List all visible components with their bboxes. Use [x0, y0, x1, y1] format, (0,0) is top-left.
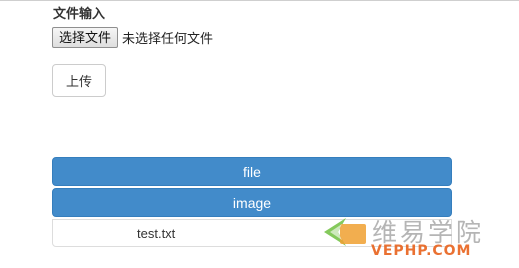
file-result-bar: file [52, 157, 452, 186]
watermark: 维易学院 VEPHP.COM [322, 210, 519, 268]
no-file-selected-text: 未选择任何文件 [122, 31, 214, 46]
file-input-row: 选择文件 未选择任何文件 [52, 27, 213, 48]
watermark-logo-icon [324, 218, 366, 246]
file-input-label: 文件输入 [53, 6, 106, 21]
watermark-text-en: VEPHP.COM [371, 243, 472, 259]
page: 文件输入 选择文件 未选择任何文件 上传 file image test.txt… [0, 0, 519, 268]
upload-button[interactable]: 上传 [52, 64, 106, 97]
choose-file-button[interactable]: 选择文件 [52, 27, 119, 48]
top-divider [0, 0, 519, 1]
uploaded-file-name: test.txt [137, 226, 176, 241]
